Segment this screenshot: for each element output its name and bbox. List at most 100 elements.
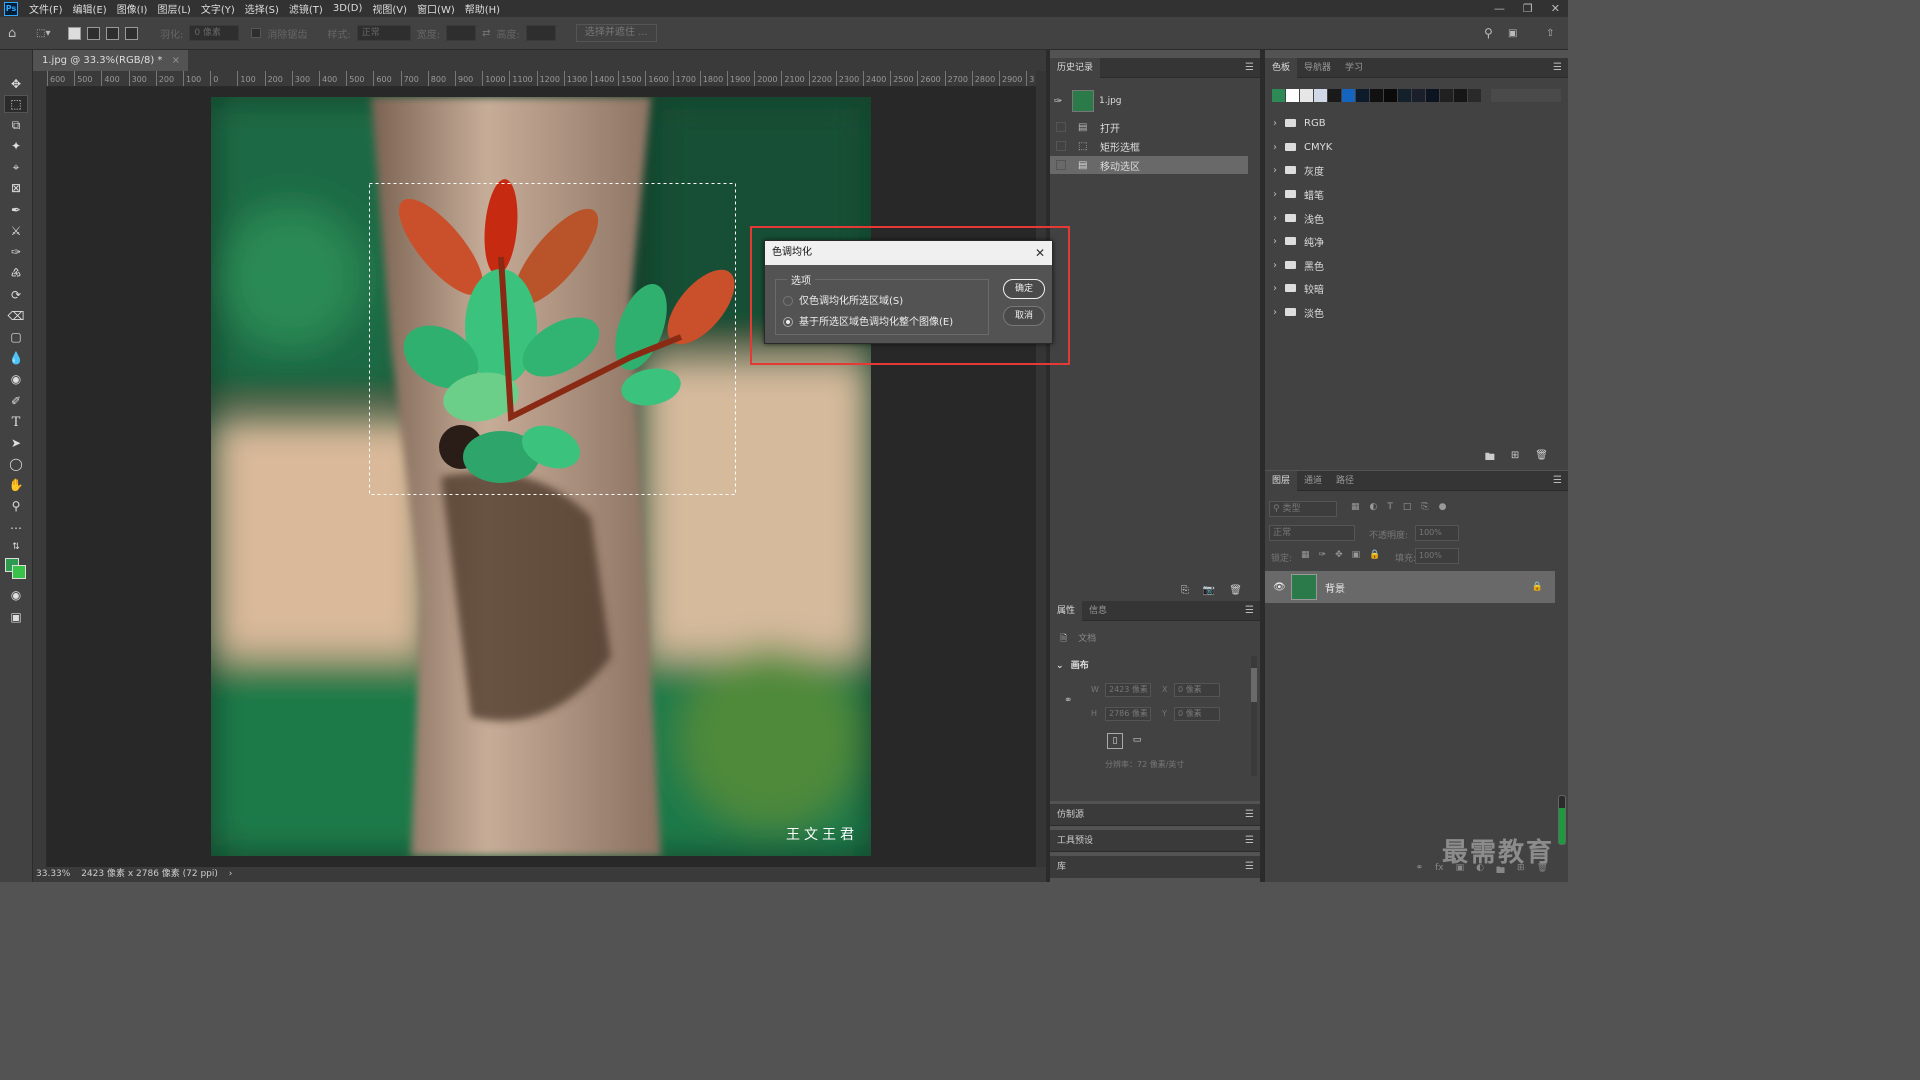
healing-tool-icon[interactable]: ⚔ bbox=[4, 222, 28, 240]
lock-position-icon[interactable]: ✥ bbox=[1335, 550, 1343, 560]
color-swatch[interactable] bbox=[1468, 89, 1481, 102]
close-tab-icon[interactable]: × bbox=[172, 55, 180, 66]
menu-view[interactable]: 视图(V) bbox=[367, 1, 412, 16]
filter-toggle-icon[interactable]: ● bbox=[1439, 502, 1447, 512]
move-tool-icon[interactable]: ✥ bbox=[4, 75, 28, 93]
style-select[interactable]: 正常 bbox=[356, 25, 411, 41]
tab-layers[interactable]: 图层 bbox=[1265, 470, 1298, 491]
portrait-orientation-icon[interactable]: ▯ bbox=[1107, 733, 1123, 749]
opacity-input[interactable]: 100% bbox=[1415, 525, 1459, 541]
libraries-panel-header[interactable]: 库 ☰ bbox=[1050, 856, 1260, 878]
antialias-checkbox[interactable] bbox=[251, 28, 262, 38]
swatch-group-pastel[interactable]: › 蜡笔 bbox=[1273, 183, 1324, 205]
more-tools-icon[interactable]: ⋯ bbox=[4, 519, 28, 537]
brush-tool-icon[interactable]: ✑ bbox=[4, 243, 28, 261]
zoom-level[interactable]: 33.33% bbox=[36, 869, 70, 879]
tool-presets-panel-header[interactable]: 工具预设 ☰ bbox=[1050, 830, 1260, 852]
tab-paths[interactable]: 路径 bbox=[1329, 471, 1361, 491]
path-select-tool-icon[interactable]: ➤ bbox=[4, 434, 28, 452]
brush-source-icon[interactable]: ✑ bbox=[1054, 96, 1068, 107]
color-swatch[interactable] bbox=[1272, 89, 1285, 102]
frame-tool-icon[interactable]: ⊠ bbox=[4, 179, 28, 197]
color-swatch[interactable] bbox=[1398, 89, 1411, 102]
pixel-filter-icon[interactable]: ▦ bbox=[1351, 502, 1360, 512]
hand-tool-icon[interactable]: ✋ bbox=[4, 476, 28, 494]
option-entire-image[interactable]: 基于所选区域色调均化整个图像(E) bbox=[783, 313, 953, 328]
ellipse-tool-icon[interactable]: ◯ bbox=[4, 455, 28, 473]
select-and-mask-button[interactable]: 选择并遮住 ... bbox=[575, 24, 657, 42]
dialog-title-bar[interactable]: 色调均化 ✕ bbox=[765, 241, 1052, 265]
marquee-preset-icon[interactable]: ⬚▾ bbox=[36, 28, 62, 39]
restore-icon[interactable]: ❐ bbox=[1523, 0, 1533, 17]
color-swatch[interactable] bbox=[1440, 89, 1453, 102]
pen-tool-icon[interactable]: ✐ bbox=[4, 392, 28, 410]
history-item[interactable]: ▤ 打开 bbox=[1050, 118, 1248, 136]
tab-swatches[interactable]: 色板 bbox=[1265, 57, 1298, 78]
swatch-group-gray[interactable]: › 灰度 bbox=[1273, 159, 1324, 181]
background-color-swatch[interactable] bbox=[12, 565, 26, 579]
radio-entire-image[interactable] bbox=[783, 317, 793, 327]
intersect-selection-icon[interactable] bbox=[125, 26, 138, 40]
eraser-tool-icon[interactable]: ⌫ bbox=[4, 307, 28, 325]
blur-tool-icon[interactable]: 💧 bbox=[4, 349, 28, 367]
layer-kind-filter[interactable]: ⚲ 类型 bbox=[1269, 501, 1337, 517]
panel-menu-icon[interactable]: ☰ bbox=[1245, 605, 1254, 616]
swatch-group-faint[interactable]: › 淡色 bbox=[1273, 301, 1324, 323]
history-item-selected[interactable]: ▤ 移动选区 bbox=[1050, 156, 1248, 174]
history-source-checkbox[interactable] bbox=[1056, 122, 1066, 132]
link-icon[interactable]: ⚭ bbox=[1064, 695, 1072, 706]
width-input[interactable] bbox=[446, 25, 477, 41]
layer-name[interactable]: 背景 bbox=[1325, 580, 1345, 595]
color-swatch[interactable] bbox=[1300, 89, 1313, 102]
swap-colors-icon[interactable]: ⇅ bbox=[4, 538, 28, 556]
type-tool-icon[interactable]: T bbox=[4, 413, 28, 431]
new-group-folder-icon[interactable]: 🖿 bbox=[1485, 450, 1495, 467]
color-swatch[interactable] bbox=[1286, 89, 1299, 102]
menu-edit[interactable]: 编辑(E) bbox=[68, 1, 112, 16]
document-size-info[interactable]: 2423 像素 x 2786 像素 (72 ppi) bbox=[81, 869, 218, 879]
new-swatch-icon[interactable]: ⊞ bbox=[1511, 450, 1519, 467]
swap-icon[interactable]: ⇄ bbox=[482, 28, 490, 39]
menu-file[interactable]: 文件(F) bbox=[24, 1, 68, 16]
blend-mode-select[interactable]: 正常 bbox=[1269, 525, 1355, 541]
horizontal-ruler[interactable]: 600 500 400 300 200 100 0 100 200 300 400 500 600 700… bbox=[47, 71, 1036, 87]
canvas-width-input[interactable]: 2423 像素 bbox=[1105, 683, 1151, 697]
swatch-group-light[interactable]: › 浅色 bbox=[1273, 207, 1324, 229]
trash-icon[interactable]: 🗑 bbox=[1535, 450, 1548, 467]
color-swatch[interactable] bbox=[1314, 89, 1327, 102]
canvas-y-input[interactable]: 0 像素 bbox=[1174, 707, 1220, 721]
search-icon[interactable]: ⚲ bbox=[1484, 26, 1493, 40]
new-document-from-state-icon[interactable]: ⎘ bbox=[1181, 585, 1189, 596]
lock-all-icon[interactable]: 🔒 bbox=[1369, 550, 1380, 560]
color-swatch[interactable] bbox=[1370, 89, 1383, 102]
gradient-tool-icon[interactable]: ▢ bbox=[4, 328, 28, 346]
close-icon[interactable]: ✕ bbox=[1035, 241, 1045, 265]
swatch-group-rgb[interactable]: › RGB bbox=[1273, 112, 1326, 134]
tab-properties[interactable]: 属性 bbox=[1050, 600, 1083, 621]
radio-selected-area[interactable] bbox=[783, 296, 793, 306]
eyedropper-tool-icon[interactable]: ✒ bbox=[4, 201, 28, 219]
camera-icon[interactable]: 📷 bbox=[1203, 585, 1215, 596]
fill-input[interactable]: 100% bbox=[1415, 548, 1459, 564]
zoom-tool-icon[interactable]: ⚲ bbox=[4, 497, 28, 515]
visibility-eye-icon[interactable]: 👁 bbox=[1273, 582, 1287, 593]
magic-wand-tool-icon[interactable]: ✦ bbox=[4, 137, 28, 155]
document-tab[interactable]: 1.jpg @ 33.3%(RGB/8) * × bbox=[34, 50, 188, 71]
dodge-tool-icon[interactable]: ◉ bbox=[4, 370, 28, 388]
minimize-icon[interactable]: — bbox=[1494, 0, 1505, 17]
canvas-section[interactable]: ⌄ 画布 bbox=[1056, 658, 1089, 671]
lock-transparent-icon[interactable]: ▦ bbox=[1301, 550, 1310, 560]
trash-icon[interactable]: 🗑 bbox=[1229, 585, 1242, 596]
tab-learn[interactable]: 学习 bbox=[1338, 58, 1370, 78]
history-source-checkbox[interactable] bbox=[1056, 141, 1066, 151]
clone-source-panel-header[interactable]: 仿制源 ☰ bbox=[1050, 804, 1260, 826]
crop-tool-icon[interactable]: ⌖ bbox=[4, 158, 28, 176]
color-swatch[interactable] bbox=[1342, 89, 1355, 102]
color-swatch[interactable] bbox=[1384, 89, 1397, 102]
color-swatch[interactable] bbox=[1412, 89, 1425, 102]
menu-layer[interactable]: 图层(L) bbox=[152, 1, 195, 16]
properties-scrollbar[interactable] bbox=[1251, 656, 1257, 776]
adjustment-filter-icon[interactable]: ◐ bbox=[1370, 502, 1378, 512]
cancel-button[interactable]: 取消 bbox=[1003, 306, 1045, 326]
layer-row-background[interactable]: 👁 背景 🔒 bbox=[1265, 571, 1555, 603]
